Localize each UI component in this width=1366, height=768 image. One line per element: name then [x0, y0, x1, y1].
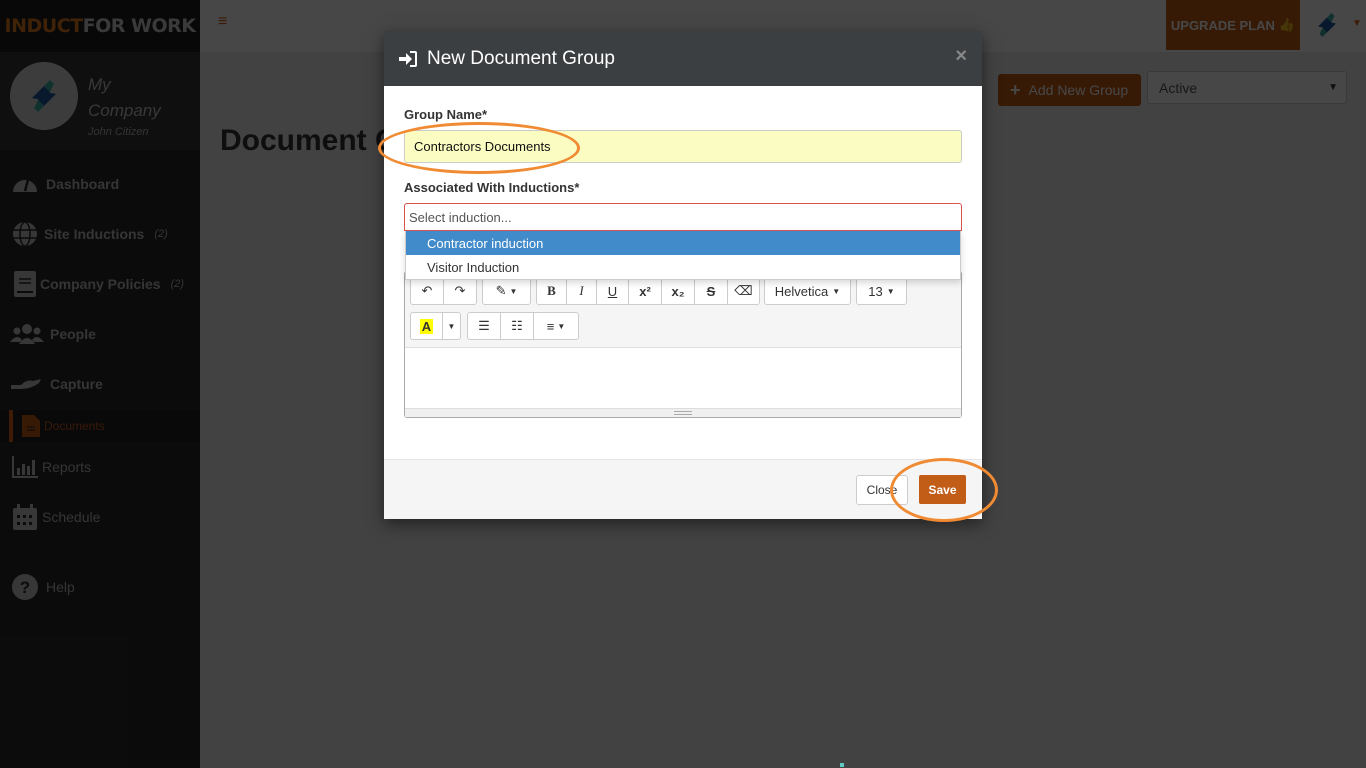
- editor-content-area[interactable]: [405, 348, 961, 408]
- strikethrough-button[interactable]: S: [694, 277, 728, 305]
- inductions-select[interactable]: Select induction...: [404, 203, 962, 231]
- modal-footer: Close Save: [384, 459, 982, 519]
- caret-icon: ▼: [832, 286, 841, 296]
- caret-icon: ▼: [447, 321, 456, 331]
- bullet-list-icon: ☰: [478, 318, 490, 333]
- inductions-dropdown: Contractor induction Visitor Induction: [405, 231, 961, 280]
- paragraph-align-dropdown[interactable]: ≡ ▼: [533, 312, 579, 340]
- close-button[interactable]: Close: [856, 475, 908, 505]
- style-button[interactable]: ✎ ▼: [482, 277, 531, 305]
- inductions-label: Associated With Inductions*: [404, 180, 580, 195]
- highlight-letter-icon: A: [419, 318, 434, 334]
- subscript-button[interactable]: x₂: [661, 277, 695, 305]
- redo-button[interactable]: ↷: [443, 277, 477, 305]
- ordered-list-button[interactable]: ☷: [500, 312, 534, 340]
- numbered-list-icon: ☷: [511, 318, 523, 333]
- new-document-group-modal: New Document Group × Group Name* Contrac…: [384, 31, 982, 519]
- magic-wand-icon: ✎: [495, 283, 507, 298]
- font-size-dropdown[interactable]: 13 ▼: [856, 277, 907, 305]
- italic-button[interactable]: I: [566, 277, 597, 305]
- group-name-input[interactable]: Contractors Documents: [404, 130, 962, 163]
- underline-button[interactable]: U: [596, 277, 629, 305]
- grip-icon: [674, 411, 692, 415]
- modal-body: Group Name* Contractors Documents Associ…: [384, 86, 982, 459]
- eraser-icon: ⌫: [734, 283, 753, 298]
- redo-icon: ↷: [454, 283, 466, 298]
- editor-resize-handle[interactable]: [405, 408, 961, 417]
- editor-toolbar: ↶ ↷ ✎ ▼ B I U x² x₂ S ⌫ Helvetica ▼ 13 ▼…: [405, 272, 961, 348]
- highlight-color-dropdown[interactable]: ▼: [442, 312, 461, 340]
- undo-icon: ↶: [421, 283, 433, 298]
- bold-button[interactable]: B: [536, 277, 567, 305]
- option-contractor-induction[interactable]: Contractor induction: [406, 231, 960, 255]
- superscript-button[interactable]: x²: [628, 277, 662, 305]
- undo-button[interactable]: ↶: [410, 277, 444, 305]
- group-name-label: Group Name*: [404, 107, 488, 122]
- modal-header: New Document Group ×: [384, 31, 982, 86]
- caret-icon: ▼: [509, 286, 518, 296]
- caret-icon: ▼: [557, 321, 566, 331]
- close-icon[interactable]: ×: [955, 45, 967, 68]
- rich-text-editor: ↶ ↷ ✎ ▼ B I U x² x₂ S ⌫ Helvetica ▼ 13 ▼…: [404, 271, 962, 418]
- save-button[interactable]: Save: [919, 475, 966, 504]
- unordered-list-button[interactable]: ☰: [467, 312, 501, 340]
- modal-title: New Document Group: [427, 47, 615, 69]
- sign-in-icon: [399, 50, 417, 67]
- option-visitor-induction[interactable]: Visitor Induction: [406, 255, 960, 279]
- font-family-dropdown[interactable]: Helvetica ▼: [764, 277, 851, 305]
- cursor-indicator: [840, 763, 844, 767]
- clear-format-button[interactable]: ⌫: [727, 277, 760, 305]
- caret-icon: ▼: [886, 286, 895, 296]
- highlight-color-button[interactable]: A: [410, 312, 443, 340]
- align-left-icon: ≡: [546, 318, 555, 334]
